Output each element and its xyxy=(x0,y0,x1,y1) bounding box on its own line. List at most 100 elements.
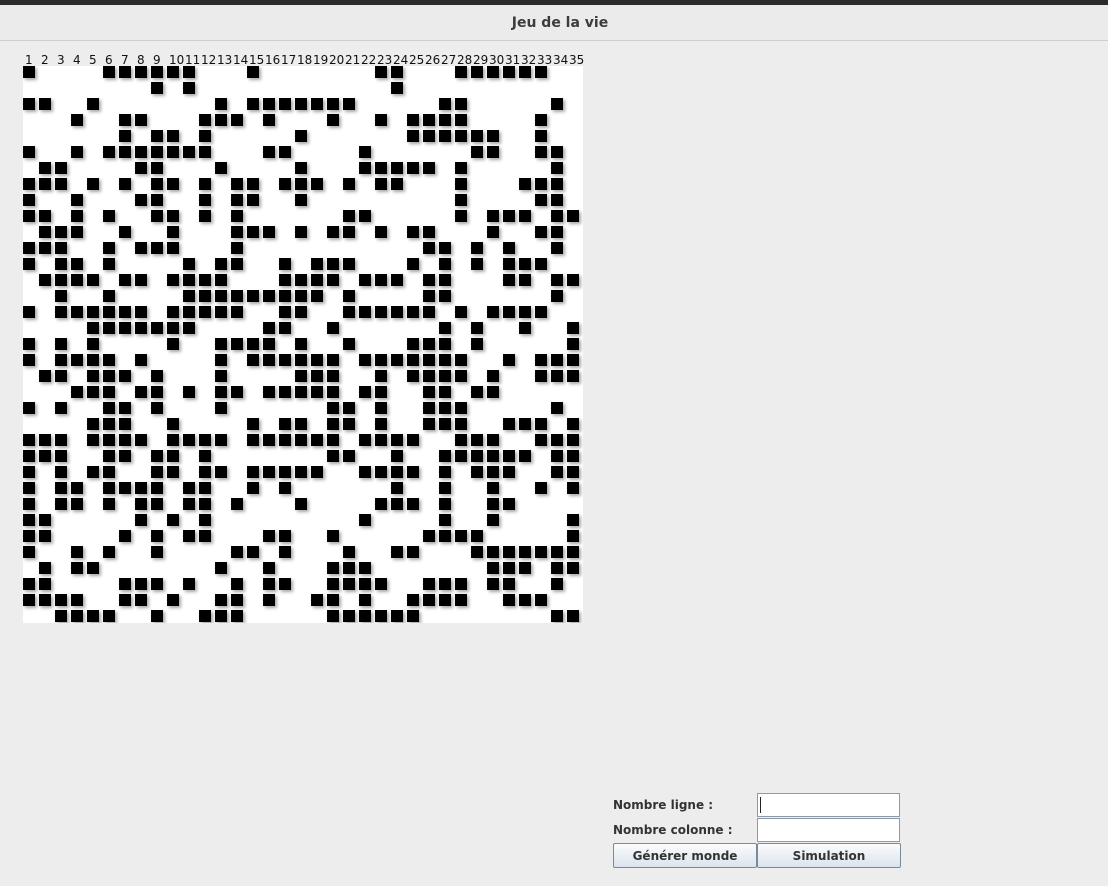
live-cell[interactable] xyxy=(311,354,323,366)
live-cell[interactable] xyxy=(263,322,275,334)
live-cell[interactable] xyxy=(375,370,387,382)
live-cell[interactable] xyxy=(423,370,435,382)
live-cell[interactable] xyxy=(167,274,179,286)
live-cell[interactable] xyxy=(247,66,259,78)
live-cell[interactable] xyxy=(519,322,531,334)
live-cell[interactable] xyxy=(87,322,99,334)
live-cell[interactable] xyxy=(327,562,339,574)
live-cell[interactable] xyxy=(375,386,387,398)
live-cell[interactable] xyxy=(327,402,339,414)
live-cell[interactable] xyxy=(23,338,35,350)
live-cell[interactable] xyxy=(183,322,195,334)
live-cell[interactable] xyxy=(103,354,115,366)
live-cell[interactable] xyxy=(551,290,563,302)
live-cell[interactable] xyxy=(231,610,243,622)
live-cell[interactable] xyxy=(391,306,403,318)
live-cell[interactable] xyxy=(263,466,275,478)
live-cell[interactable] xyxy=(423,114,435,126)
live-cell[interactable] xyxy=(503,498,515,510)
live-cell[interactable] xyxy=(279,258,291,270)
live-cell[interactable] xyxy=(263,386,275,398)
live-cell[interactable] xyxy=(519,210,531,222)
live-cell[interactable] xyxy=(535,306,547,318)
live-cell[interactable] xyxy=(519,274,531,286)
live-cell[interactable] xyxy=(327,322,339,334)
live-cell[interactable] xyxy=(327,434,339,446)
live-cell[interactable] xyxy=(327,274,339,286)
live-cell[interactable] xyxy=(567,562,579,574)
generate-world-button[interactable]: Générer monde xyxy=(613,843,757,868)
live-cell[interactable] xyxy=(439,578,451,590)
live-cell[interactable] xyxy=(423,418,435,430)
live-cell[interactable] xyxy=(55,274,67,286)
live-cell[interactable] xyxy=(567,274,579,286)
live-cell[interactable] xyxy=(231,178,243,190)
live-cell[interactable] xyxy=(23,242,35,254)
live-cell[interactable] xyxy=(503,466,515,478)
live-cell[interactable] xyxy=(231,114,243,126)
live-cell[interactable] xyxy=(439,386,451,398)
live-cell[interactable] xyxy=(455,370,467,382)
live-cell[interactable] xyxy=(471,258,483,270)
live-cell[interactable] xyxy=(407,610,419,622)
live-cell[interactable] xyxy=(503,418,515,430)
live-cell[interactable] xyxy=(407,370,419,382)
live-cell[interactable] xyxy=(279,274,291,286)
live-cell[interactable] xyxy=(263,226,275,238)
live-cell[interactable] xyxy=(151,546,163,558)
live-cell[interactable] xyxy=(487,210,499,222)
live-cell[interactable] xyxy=(279,354,291,366)
live-cell[interactable] xyxy=(455,66,467,78)
live-cell[interactable] xyxy=(247,226,259,238)
live-cell[interactable] xyxy=(535,594,547,606)
live-cell[interactable] xyxy=(247,178,259,190)
simulation-button[interactable]: Simulation xyxy=(757,843,901,868)
live-cell[interactable] xyxy=(215,370,227,382)
live-cell[interactable] xyxy=(39,594,51,606)
live-cell[interactable] xyxy=(567,354,579,366)
live-cell[interactable] xyxy=(23,178,35,190)
live-cell[interactable] xyxy=(231,210,243,222)
live-cell[interactable] xyxy=(55,402,67,414)
live-cell[interactable] xyxy=(519,178,531,190)
live-cell[interactable] xyxy=(487,226,499,238)
live-cell[interactable] xyxy=(279,290,291,302)
live-cell[interactable] xyxy=(167,146,179,158)
live-cell[interactable] xyxy=(247,434,259,446)
live-cell[interactable] xyxy=(407,338,419,350)
live-cell[interactable] xyxy=(279,434,291,446)
live-cell[interactable] xyxy=(87,274,99,286)
live-cell[interactable] xyxy=(231,338,243,350)
live-cell[interactable] xyxy=(135,114,147,126)
live-cell[interactable] xyxy=(407,114,419,126)
live-cell[interactable] xyxy=(375,418,387,430)
live-cell[interactable] xyxy=(359,354,371,366)
live-cell[interactable] xyxy=(135,514,147,526)
live-cell[interactable] xyxy=(423,290,435,302)
live-cell[interactable] xyxy=(279,98,291,110)
live-cell[interactable] xyxy=(407,466,419,478)
live-cell[interactable] xyxy=(295,178,307,190)
live-cell[interactable] xyxy=(487,146,499,158)
live-cell[interactable] xyxy=(151,402,163,414)
live-cell[interactable] xyxy=(215,562,227,574)
live-cell[interactable] xyxy=(503,66,515,78)
live-cell[interactable] xyxy=(23,450,35,462)
live-cell[interactable] xyxy=(39,178,51,190)
live-cell[interactable] xyxy=(71,610,83,622)
live-cell[interactable] xyxy=(55,242,67,254)
live-cell[interactable] xyxy=(375,498,387,510)
live-cell[interactable] xyxy=(455,210,467,222)
live-cell[interactable] xyxy=(23,98,35,110)
live-cell[interactable] xyxy=(151,82,163,94)
live-cell[interactable] xyxy=(231,290,243,302)
live-cell[interactable] xyxy=(215,354,227,366)
live-cell[interactable] xyxy=(55,370,67,382)
live-cell[interactable] xyxy=(71,594,83,606)
live-cell[interactable] xyxy=(551,370,563,382)
live-cell[interactable] xyxy=(199,210,211,222)
live-cell[interactable] xyxy=(87,434,99,446)
live-cell[interactable] xyxy=(167,322,179,334)
live-cell[interactable] xyxy=(23,258,35,270)
live-cell[interactable] xyxy=(55,178,67,190)
